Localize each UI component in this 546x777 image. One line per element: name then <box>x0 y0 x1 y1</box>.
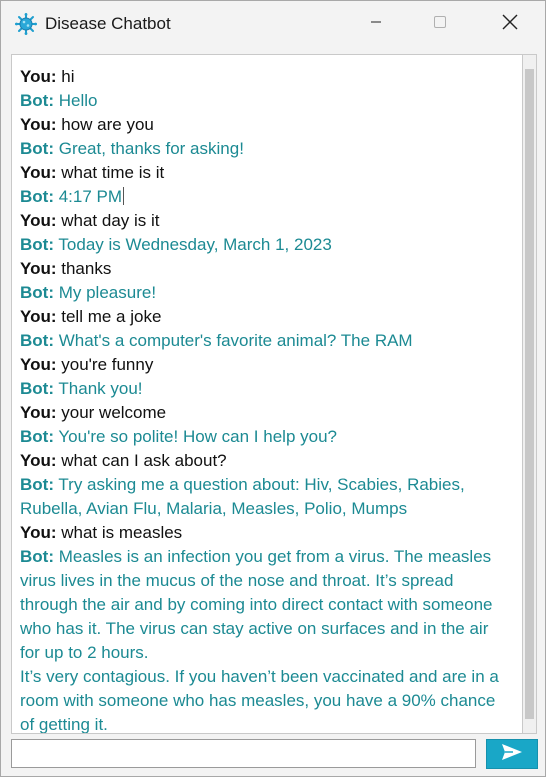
speaker-label: Bot: <box>20 427 54 446</box>
message-text: Thank you! <box>58 379 143 398</box>
title-bar[interactable]: Disease Chatbot <box>1 1 545 47</box>
speaker-label: Bot: <box>20 283 54 302</box>
speaker-label: You: <box>20 355 57 374</box>
speaker-label: You: <box>20 451 57 470</box>
user-message: You: your welcome <box>20 401 510 425</box>
message-text: 4:17 PM <box>58 187 123 206</box>
speaker-label: Bot: <box>20 187 54 206</box>
bot-message: Bot: Hello <box>20 89 510 113</box>
bot-message: Bot: You're so polite! How can I help yo… <box>20 425 510 449</box>
user-message: You: what day is it <box>20 209 510 233</box>
speaker-label: You: <box>20 67 57 86</box>
bot-message: Bot: Measles is an infection you get fro… <box>20 545 510 665</box>
speaker-label: You: <box>20 163 57 182</box>
message-text: It’s very contagious. If you haven’t bee… <box>20 667 499 734</box>
speaker-label: Bot: <box>20 235 54 254</box>
scroll-thumb[interactable] <box>525 69 534 719</box>
speaker-label: You: <box>20 403 57 422</box>
bot-message: Bot: Great, thanks for asking! <box>20 137 510 161</box>
message-text: Great, thanks for asking! <box>58 139 244 158</box>
user-message: You: tell me a joke <box>20 305 510 329</box>
speaker-label: Bot: <box>20 91 54 110</box>
speaker-label: Bot: <box>20 139 54 158</box>
user-message: You: thanks <box>20 257 510 281</box>
message-input[interactable] <box>11 739 476 768</box>
bot-message: Bot: Thank you! <box>20 377 510 401</box>
message-text: what day is it <box>61 211 160 230</box>
message-text: thanks <box>61 259 112 278</box>
message-text: what can I ask about? <box>61 451 227 470</box>
chat-log[interactable]: You: hi Bot: Hello You: how are you Bot: Gr… <box>11 54 523 734</box>
user-message: You: hi <box>20 65 510 89</box>
speaker-label: Bot: <box>20 547 54 566</box>
speaker-label: You: <box>20 115 57 134</box>
speaker-label: You: <box>20 211 57 230</box>
chatbot-window: Disease Chatbot You: hi Bot: Hello You: ho… <box>0 0 546 777</box>
send-arrow-icon <box>501 743 523 766</box>
message-list: You: hi Bot: Hello You: how are you Bot: Gr… <box>20 65 510 734</box>
message-text: hi <box>61 67 75 86</box>
user-message: You: what is measles <box>20 521 510 545</box>
maximize-icon <box>433 15 447 34</box>
user-message: You: you're funny <box>20 353 510 377</box>
message-text: your welcome <box>61 403 167 422</box>
message-text: tell me a joke <box>61 307 162 326</box>
speaker-label: Bot: <box>20 475 54 494</box>
message-text: what is measles <box>61 523 183 542</box>
message-text: you're funny <box>61 355 154 374</box>
chat-scrollbar[interactable] <box>523 54 537 734</box>
text-cursor <box>123 187 125 205</box>
message-text: What's a computer's favorite animal? The… <box>58 331 413 350</box>
virus-icon <box>15 13 37 35</box>
message-text: You're so polite! How can I help you? <box>58 427 337 446</box>
message-text: Measles is an infection you get from a v… <box>20 547 493 662</box>
bot-message: It’s very contagious. If you haven’t bee… <box>20 665 510 734</box>
close-button[interactable] <box>487 1 533 47</box>
maximize-button[interactable] <box>417 1 463 47</box>
message-text: Hello <box>58 91 98 110</box>
close-icon <box>502 14 518 35</box>
bot-message: Bot: 4:17 PM <box>20 185 510 209</box>
minimize-button[interactable] <box>353 1 399 47</box>
message-text: My pleasure! <box>58 283 157 302</box>
minimize-icon <box>370 15 382 33</box>
speaker-label: Bot: <box>20 379 54 398</box>
message-text: what time is it <box>61 163 165 182</box>
bot-message: Bot: Try asking me a question about: Hiv… <box>20 473 510 521</box>
send-button[interactable] <box>486 739 538 769</box>
message-text: how are you <box>61 115 154 134</box>
message-text: Try asking me a question about: Hiv, Sca… <box>20 475 465 518</box>
user-message: You: what time is it <box>20 161 510 185</box>
user-message: You: what can I ask about? <box>20 449 510 473</box>
bot-message: Bot: My pleasure! <box>20 281 510 305</box>
bot-message: Bot: Today is Wednesday, March 1, 2023 <box>20 233 510 257</box>
speaker-label: You: <box>20 307 57 326</box>
speaker-label: You: <box>20 523 57 542</box>
speaker-label: You: <box>20 259 57 278</box>
speaker-label: Bot: <box>20 331 54 350</box>
bot-message: Bot: What's a computer's favorite animal… <box>20 329 510 353</box>
user-message: You: how are you <box>20 113 510 137</box>
message-text: Today is Wednesday, March 1, 2023 <box>58 235 332 254</box>
window-title: Disease Chatbot <box>45 14 171 33</box>
